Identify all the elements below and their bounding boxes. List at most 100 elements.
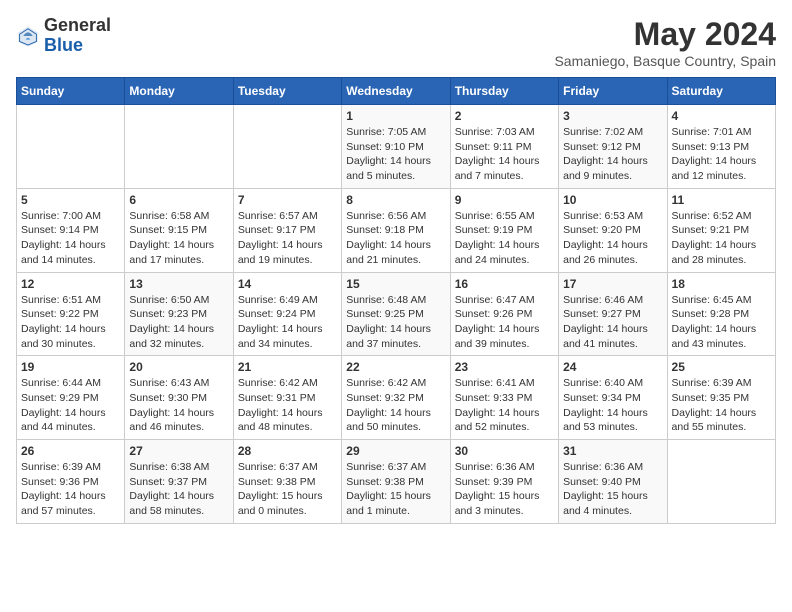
- calendar-cell: [233, 105, 341, 189]
- title-area: May 2024 Samaniego, Basque Country, Spai…: [554, 16, 776, 69]
- calendar-cell: 5 Sunrise: 7:00 AM Sunset: 9:14 PM Daylig…: [17, 188, 125, 272]
- day-info: Sunrise: 6:40 AM Sunset: 9:34 PM Dayligh…: [563, 376, 662, 435]
- calendar-cell: 27Sunrise: 6:38 AM Sunset: 9:37 PM Dayli…: [125, 440, 233, 524]
- day-number: 30: [455, 444, 554, 458]
- day-number: 25: [672, 360, 771, 374]
- calendar-table: SundayMondayTuesdayWednesdayThursdayFrid…: [16, 77, 776, 524]
- day-number: 24: [563, 360, 662, 374]
- calendar-cell: 2 Sunrise: 7:03 AM Sunset: 9:11 PM Daylig…: [450, 105, 558, 189]
- day-number: 4: [672, 109, 771, 123]
- weekday-header-thursday: Thursday: [450, 78, 558, 105]
- day-info: Sunrise: 6:37 AM Sunset: 9:38 PM Dayligh…: [346, 460, 445, 519]
- day-number: 2: [455, 109, 554, 123]
- day-info: Sunrise: 6:42 AM Sunset: 9:32 PM Dayligh…: [346, 376, 445, 435]
- day-number: 26: [21, 444, 120, 458]
- calendar-cell: 18 Sunrise: 6:45 AM Sunset: 9:28 PM Dayli…: [667, 272, 775, 356]
- day-number: 10: [563, 193, 662, 207]
- day-number: 18: [672, 277, 771, 291]
- calendar-week-row: 5 Sunrise: 7:00 AM Sunset: 9:14 PM Daylig…: [17, 188, 776, 272]
- weekday-header-friday: Friday: [559, 78, 667, 105]
- month-title: May 2024: [554, 16, 776, 53]
- calendar-cell: 26 Sunrise: 6:39 AM Sunset: 9:36 PM Dayli…: [17, 440, 125, 524]
- calendar-cell: [125, 105, 233, 189]
- day-info: Sunrise: 6:39 AM Sunset: 9:35 PM Dayligh…: [672, 376, 771, 435]
- calendar-cell: 25 Sunrise: 6:39 AM Sunset: 9:35 PM Dayli…: [667, 356, 775, 440]
- calendar-cell: 8 Sunrise: 6:56 AM Sunset: 9:18 PM Daylig…: [342, 188, 450, 272]
- calendar-cell: 11 Sunrise: 6:52 AM Sunset: 9:21 PM Dayli…: [667, 188, 775, 272]
- calendar-cell: 31 Sunrise: 6:36 AM Sunset: 9:40 PM Dayli…: [559, 440, 667, 524]
- calendar-cell: 20Sunrise: 6:43 AM Sunset: 9:30 PM Dayli…: [125, 356, 233, 440]
- day-number: 3: [563, 109, 662, 123]
- day-info: Sunrise: 7:02 AM Sunset: 9:12 PM Dayligh…: [563, 125, 662, 184]
- day-info: Sunrise: 7:00 AM Sunset: 9:14 PM Dayligh…: [21, 209, 120, 268]
- calendar-cell: 6Sunrise: 6:58 AM Sunset: 9:15 PM Daylig…: [125, 188, 233, 272]
- day-number: 28: [238, 444, 337, 458]
- calendar-cell: 1 Sunrise: 7:05 AM Sunset: 9:10 PM Daylig…: [342, 105, 450, 189]
- day-number: 29: [346, 444, 445, 458]
- day-number: 11: [672, 193, 771, 207]
- calendar-cell: 19 Sunrise: 6:44 AM Sunset: 9:29 PM Dayli…: [17, 356, 125, 440]
- day-info: Sunrise: 6:49 AM Sunset: 9:24 PM Dayligh…: [238, 293, 337, 352]
- day-info: Sunrise: 6:57 AM Sunset: 9:17 PM Dayligh…: [238, 209, 337, 268]
- day-number: 1: [346, 109, 445, 123]
- logo-blue: Blue: [44, 35, 83, 55]
- weekday-header-row: SundayMondayTuesdayWednesdayThursdayFrid…: [17, 78, 776, 105]
- calendar-week-row: 12 Sunrise: 6:51 AM Sunset: 9:22 PM Dayli…: [17, 272, 776, 356]
- day-number: 31: [563, 444, 662, 458]
- day-info: Sunrise: 7:01 AM Sunset: 9:13 PM Dayligh…: [672, 125, 771, 184]
- day-info: Sunrise: 6:52 AM Sunset: 9:21 PM Dayligh…: [672, 209, 771, 268]
- day-info: Sunrise: 7:03 AM Sunset: 9:11 PM Dayligh…: [455, 125, 554, 184]
- calendar-cell: 17 Sunrise: 6:46 AM Sunset: 9:27 PM Dayli…: [559, 272, 667, 356]
- day-info: Sunrise: 6:47 AM Sunset: 9:26 PM Dayligh…: [455, 293, 554, 352]
- calendar-cell: 14 Sunrise: 6:49 AM Sunset: 9:24 PM Dayli…: [233, 272, 341, 356]
- day-info: Sunrise: 6:48 AM Sunset: 9:25 PM Dayligh…: [346, 293, 445, 352]
- calendar-cell: 3 Sunrise: 7:02 AM Sunset: 9:12 PM Daylig…: [559, 105, 667, 189]
- day-info: Sunrise: 6:36 AM Sunset: 9:39 PM Dayligh…: [455, 460, 554, 519]
- calendar-cell: 7Sunrise: 6:57 AM Sunset: 9:17 PM Daylig…: [233, 188, 341, 272]
- day-info: Sunrise: 6:46 AM Sunset: 9:27 PM Dayligh…: [563, 293, 662, 352]
- day-info: Sunrise: 6:51 AM Sunset: 9:22 PM Dayligh…: [21, 293, 120, 352]
- day-info: Sunrise: 6:37 AM Sunset: 9:38 PM Dayligh…: [238, 460, 337, 519]
- day-info: Sunrise: 6:45 AM Sunset: 9:28 PM Dayligh…: [672, 293, 771, 352]
- day-info: Sunrise: 6:44 AM Sunset: 9:29 PM Dayligh…: [21, 376, 120, 435]
- location-subtitle: Samaniego, Basque Country, Spain: [554, 53, 776, 69]
- calendar-cell: 22Sunrise: 6:42 AM Sunset: 9:32 PM Dayli…: [342, 356, 450, 440]
- day-number: 5: [21, 193, 120, 207]
- calendar-week-row: 1 Sunrise: 7:05 AM Sunset: 9:10 PM Daylig…: [17, 105, 776, 189]
- day-info: Sunrise: 6:36 AM Sunset: 9:40 PM Dayligh…: [563, 460, 662, 519]
- weekday-header-sunday: Sunday: [17, 78, 125, 105]
- calendar-cell: 10Sunrise: 6:53 AM Sunset: 9:20 PM Dayli…: [559, 188, 667, 272]
- weekday-header-monday: Monday: [125, 78, 233, 105]
- logo-text: General Blue: [44, 16, 111, 56]
- calendar-cell: 15Sunrise: 6:48 AM Sunset: 9:25 PM Dayli…: [342, 272, 450, 356]
- weekday-header-saturday: Saturday: [667, 78, 775, 105]
- day-number: 16: [455, 277, 554, 291]
- day-info: Sunrise: 6:56 AM Sunset: 9:18 PM Dayligh…: [346, 209, 445, 268]
- day-number: 8: [346, 193, 445, 207]
- day-number: 13: [129, 277, 228, 291]
- calendar-cell: 16 Sunrise: 6:47 AM Sunset: 9:26 PM Dayli…: [450, 272, 558, 356]
- calendar-cell: 9Sunrise: 6:55 AM Sunset: 9:19 PM Daylig…: [450, 188, 558, 272]
- day-info: Sunrise: 6:42 AM Sunset: 9:31 PM Dayligh…: [238, 376, 337, 435]
- day-info: Sunrise: 7:05 AM Sunset: 9:10 PM Dayligh…: [346, 125, 445, 184]
- calendar-week-row: 19 Sunrise: 6:44 AM Sunset: 9:29 PM Dayli…: [17, 356, 776, 440]
- day-info: Sunrise: 6:39 AM Sunset: 9:36 PM Dayligh…: [21, 460, 120, 519]
- day-number: 20: [129, 360, 228, 374]
- calendar-cell: [17, 105, 125, 189]
- day-number: 12: [21, 277, 120, 291]
- logo-general: General: [44, 15, 111, 35]
- logo-icon: [16, 24, 40, 48]
- day-number: 19: [21, 360, 120, 374]
- day-info: Sunrise: 6:55 AM Sunset: 9:19 PM Dayligh…: [455, 209, 554, 268]
- header: General Blue May 2024 Samaniego, Basque …: [16, 16, 776, 69]
- day-number: 27: [129, 444, 228, 458]
- calendar-cell: 30 Sunrise: 6:36 AM Sunset: 9:39 PM Dayli…: [450, 440, 558, 524]
- day-number: 17: [563, 277, 662, 291]
- calendar-cell: 21 Sunrise: 6:42 AM Sunset: 9:31 PM Dayli…: [233, 356, 341, 440]
- day-number: 21: [238, 360, 337, 374]
- calendar-cell: [667, 440, 775, 524]
- day-number: 6: [129, 193, 228, 207]
- calendar-week-row: 26 Sunrise: 6:39 AM Sunset: 9:36 PM Dayli…: [17, 440, 776, 524]
- calendar-cell: 12 Sunrise: 6:51 AM Sunset: 9:22 PM Dayli…: [17, 272, 125, 356]
- day-number: 14: [238, 277, 337, 291]
